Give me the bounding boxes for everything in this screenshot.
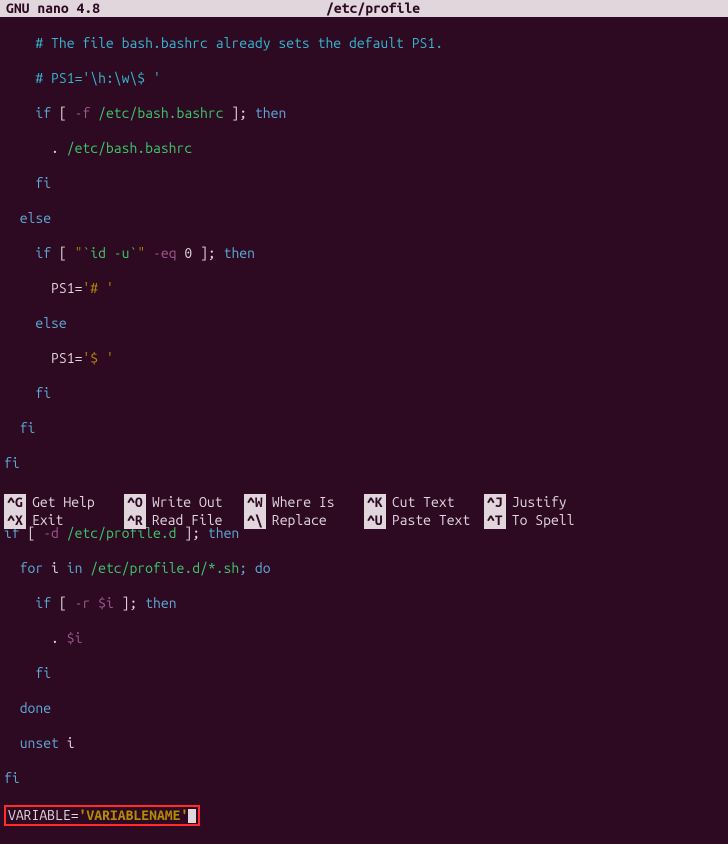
shortcut-to-spell[interactable]: ^TTo Spell (484, 512, 604, 530)
code-line: fi (4, 420, 724, 438)
code-line: done (4, 700, 724, 718)
code-line: fi (4, 665, 724, 683)
code-line: if [ -f /etc/bash.bashrc ]; then (4, 105, 724, 123)
code-line: if [ -r $i ]; then (4, 595, 724, 613)
shortcut-cut-text[interactable]: ^KCut Text (364, 494, 484, 512)
code-line: fi (4, 175, 724, 193)
shortcut-paste-text[interactable]: ^UPaste Text (364, 512, 484, 530)
code-line: if [ "`id -u`" -eq 0 ]; then (4, 245, 724, 263)
nano-titlebar: GNU nano 4.8 /etc/profile (0, 0, 728, 17)
shortcut-read-file[interactable]: ^RRead File (124, 512, 244, 530)
cursor-icon (188, 809, 196, 823)
code-line: # The file bash.bashrc already sets the … (4, 35, 724, 53)
code-line: fi (4, 455, 724, 473)
shortcut-bar: ^GGet Help ^OWrite Out ^WWhere Is ^KCut … (0, 494, 728, 529)
code-line: . $i (4, 630, 724, 648)
shortcut-where-is[interactable]: ^WWhere Is (244, 494, 364, 512)
highlighted-variable-line: VARIABLE='VARIABLENAME' (4, 805, 724, 827)
shortcut-write-out[interactable]: ^OWrite Out (124, 494, 244, 512)
code-line: fi (4, 385, 724, 403)
code-line: PS1='$ ' (4, 350, 724, 368)
shortcut-replace[interactable]: ^\Replace (244, 512, 364, 530)
code-line: for i in /etc/profile.d/*.sh; do (4, 560, 724, 578)
editor-area[interactable]: # The file bash.bashrc already sets the … (0, 17, 728, 844)
code-line: PS1='# ' (4, 280, 724, 298)
code-line: else (4, 210, 724, 228)
code-line: else (4, 315, 724, 333)
code-line: . /etc/bash.bashrc (4, 140, 724, 158)
code-line: fi (4, 770, 724, 788)
app-name: GNU nano 4.8 (2, 0, 100, 17)
shortcut-exit[interactable]: ^XExit (4, 512, 124, 530)
code-line: unset i (4, 735, 724, 753)
file-name: /etc/profile (100, 0, 646, 17)
code-line: # PS1='\h:\w\$ ' (4, 70, 724, 88)
shortcut-justify[interactable]: ^JJustify (484, 494, 604, 512)
shortcut-get-help[interactable]: ^GGet Help (4, 494, 124, 512)
